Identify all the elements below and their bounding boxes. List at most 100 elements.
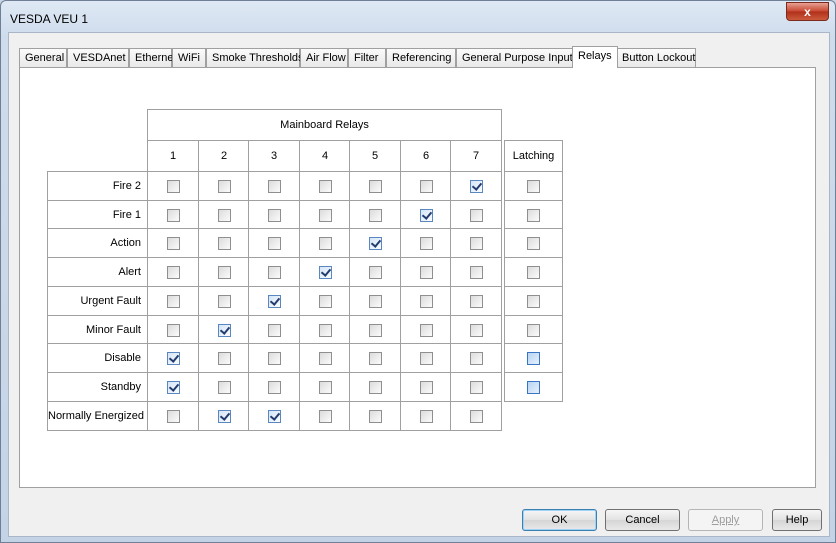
relay-checkbox[interactable] xyxy=(319,237,332,250)
latching-checkbox[interactable] xyxy=(527,209,540,222)
tab-air-flow[interactable]: Air Flow xyxy=(300,48,348,67)
relay-checkbox[interactable] xyxy=(218,209,231,222)
relay-checkbox[interactable] xyxy=(420,381,433,394)
tab-referencing[interactable]: Referencing xyxy=(386,48,456,67)
relay-checkbox[interactable] xyxy=(369,180,382,193)
relay-checkbox[interactable] xyxy=(268,410,281,423)
relay-checkbox[interactable] xyxy=(268,237,281,250)
latching-checkbox[interactable] xyxy=(527,180,540,193)
relay-checkbox[interactable] xyxy=(369,381,382,394)
relay-checkbox[interactable] xyxy=(420,410,433,423)
relay-checkbox[interactable] xyxy=(167,266,180,279)
tab-smoke-thresholds[interactable]: Smoke Thresholds xyxy=(206,48,304,67)
relay-checkbox[interactable] xyxy=(218,266,231,279)
latching-checkbox[interactable] xyxy=(527,324,540,337)
relay-checkbox[interactable] xyxy=(167,209,180,222)
close-button[interactable]: x xyxy=(786,2,829,21)
relay-checkbox[interactable] xyxy=(470,410,483,423)
relay-checkbox[interactable] xyxy=(268,180,281,193)
relay-cell xyxy=(147,343,199,373)
latching-checkbox[interactable] xyxy=(527,266,540,279)
latching-checkbox[interactable] xyxy=(527,352,540,365)
relay-checkbox[interactable] xyxy=(218,352,231,365)
relay-checkbox[interactable] xyxy=(420,324,433,337)
relay-checkbox[interactable] xyxy=(319,410,332,423)
relay-checkbox[interactable] xyxy=(470,266,483,279)
tab-button-lockout[interactable]: Button Lockout xyxy=(616,48,696,67)
relay-checkbox[interactable] xyxy=(218,410,231,423)
tab-ethernet[interactable]: Ethernet xyxy=(129,48,177,67)
relay-row-label-text: Fire 1 xyxy=(112,209,141,221)
relay-checkbox[interactable] xyxy=(369,237,382,250)
relay-checkbox[interactable] xyxy=(420,295,433,308)
relay-checkbox[interactable] xyxy=(470,324,483,337)
relay-cell xyxy=(248,401,300,431)
relay-checkbox[interactable] xyxy=(167,381,180,394)
relay-checkbox[interactable] xyxy=(319,266,332,279)
tab-filter[interactable]: Filter xyxy=(348,48,386,67)
relay-checkbox[interactable] xyxy=(268,352,281,365)
relay-checkbox[interactable] xyxy=(218,237,231,250)
relay-checkbox[interactable] xyxy=(167,410,180,423)
tab-relays[interactable]: Relays xyxy=(572,46,618,68)
relay-checkbox[interactable] xyxy=(319,295,332,308)
relay-checkbox[interactable] xyxy=(420,237,433,250)
latching-checkbox[interactable] xyxy=(527,295,540,308)
relay-checkbox[interactable] xyxy=(319,381,332,394)
relay-checkbox[interactable] xyxy=(369,266,382,279)
latching-cell xyxy=(504,372,563,402)
relay-cell xyxy=(450,171,502,201)
relay-checkbox[interactable] xyxy=(369,352,382,365)
relay-checkbox[interactable] xyxy=(420,266,433,279)
relay-checkbox[interactable] xyxy=(167,237,180,250)
relay-checkbox[interactable] xyxy=(167,352,180,365)
relay-checkbox[interactable] xyxy=(319,180,332,193)
tab-label: General Purpose Inputs xyxy=(462,52,579,64)
tab-label: Relays xyxy=(578,50,612,62)
latching-checkbox[interactable] xyxy=(527,237,540,250)
relay-cell xyxy=(450,343,502,373)
relay-checkbox[interactable] xyxy=(369,324,382,337)
relay-checkbox[interactable] xyxy=(319,352,332,365)
tab-general-purpose-inputs[interactable]: General Purpose Inputs xyxy=(456,48,578,67)
ok-button[interactable]: OK xyxy=(522,509,597,531)
relay-checkbox[interactable] xyxy=(420,352,433,365)
relay-cell xyxy=(198,315,250,345)
relay-checkbox[interactable] xyxy=(167,180,180,193)
relay-checkbox[interactable] xyxy=(470,352,483,365)
relay-column-header: 3 xyxy=(248,140,300,172)
relay-checkbox[interactable] xyxy=(470,237,483,250)
relay-checkbox[interactable] xyxy=(369,209,382,222)
relay-checkbox[interactable] xyxy=(268,209,281,222)
relay-checkbox[interactable] xyxy=(268,381,281,394)
relay-checkbox[interactable] xyxy=(268,324,281,337)
window-title: VESDA VEU 1 xyxy=(10,12,89,26)
title-bar[interactable]: VESDA VEU 1 x xyxy=(1,1,835,33)
relay-checkbox[interactable] xyxy=(420,209,433,222)
relay-checkbox[interactable] xyxy=(218,324,231,337)
tab-vesdanet[interactable]: VESDAnet xyxy=(67,48,129,67)
relay-checkbox[interactable] xyxy=(369,295,382,308)
relay-checkbox[interactable] xyxy=(470,381,483,394)
relay-checkbox[interactable] xyxy=(470,209,483,222)
relay-checkbox[interactable] xyxy=(470,295,483,308)
relay-checkbox[interactable] xyxy=(319,209,332,222)
relay-checkbox[interactable] xyxy=(268,295,281,308)
help-button[interactable]: Help xyxy=(772,509,822,531)
relay-checkbox[interactable] xyxy=(218,295,231,308)
relay-checkbox[interactable] xyxy=(167,324,180,337)
relay-checkbox[interactable] xyxy=(218,180,231,193)
tab-wifi[interactable]: WiFi xyxy=(172,48,206,67)
relay-checkbox[interactable] xyxy=(319,324,332,337)
relay-checkbox[interactable] xyxy=(268,266,281,279)
tab-general[interactable]: General xyxy=(19,48,67,67)
relay-checkbox[interactable] xyxy=(470,180,483,193)
relay-checkbox[interactable] xyxy=(218,381,231,394)
apply-button[interactable]: Apply xyxy=(688,509,763,531)
relay-checkbox[interactable] xyxy=(369,410,382,423)
relay-column-label: 4 xyxy=(321,150,329,162)
latching-checkbox[interactable] xyxy=(527,381,540,394)
relay-checkbox[interactable] xyxy=(420,180,433,193)
cancel-button[interactable]: Cancel xyxy=(605,509,680,531)
relay-checkbox[interactable] xyxy=(167,295,180,308)
